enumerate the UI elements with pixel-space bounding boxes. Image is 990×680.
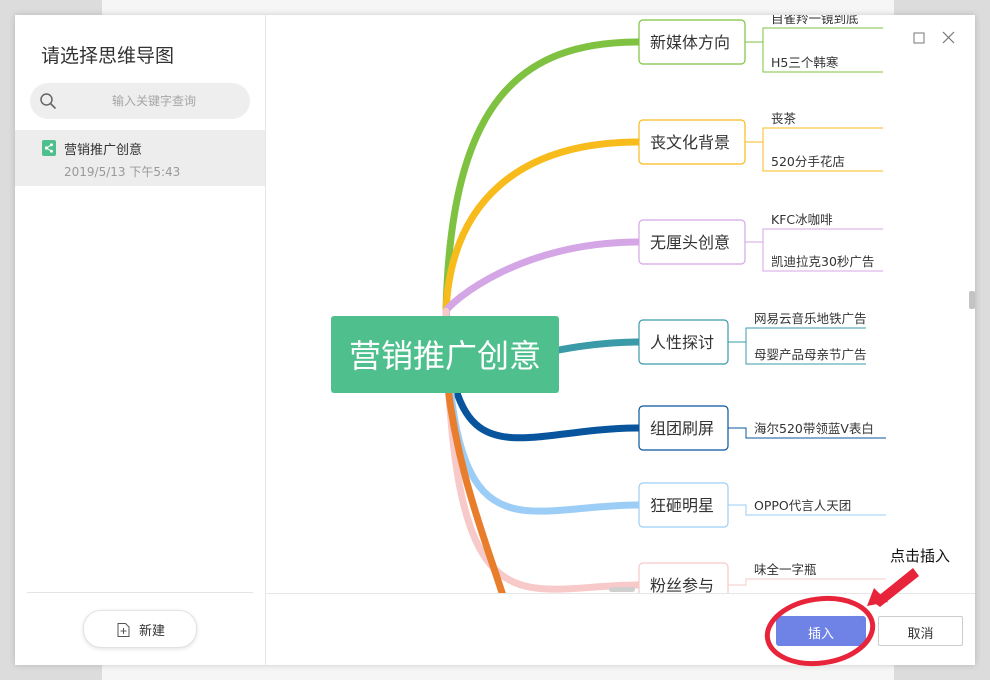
branch-node-label: 粉丝参与 <box>650 576 714 593</box>
horizontal-scroll-handle[interactable] <box>609 587 635 592</box>
leaf-connector <box>745 228 883 243</box>
search-input[interactable] <box>66 83 242 119</box>
branch-connector <box>442 38 643 315</box>
leaf-node-label: 味全一字瓶 <box>754 562 817 577</box>
sidebar: 请选择思维导图 营销推广创意 2019/5/13 下午5:43 新建 <box>15 15 266 665</box>
maximize-icon[interactable] <box>913 29 925 48</box>
vertical-scroll-handle[interactable] <box>969 291 975 309</box>
leaf-node-label: 自雀羚一镜到底 <box>771 15 859 26</box>
leaf-node-label: 凯迪拉克30秒广告 <box>771 254 874 269</box>
leaf-connector <box>728 578 886 586</box>
leaf-node-label: 母婴产品母亲节广告 <box>754 347 867 362</box>
insert-button[interactable]: 插入 <box>776 616 866 646</box>
new-file-icon <box>117 622 130 641</box>
annotation-text: 点击插入 <box>890 547 951 565</box>
close-icon[interactable] <box>942 29 955 48</box>
new-mindmap-label: 新建 <box>139 624 166 639</box>
branch-node-label: 组团刷屏 <box>650 419 714 438</box>
mindmap-preview[interactable]: 营销推广创意 新媒体方向 自雀羚一镜到底 H5三个韩寒丧文化背景 丧茶 520分手花店无厘… <box>266 15 975 593</box>
sidebar-divider <box>27 592 253 593</box>
branch-node-label: 人性探讨 <box>650 333 714 352</box>
branch-node-label: 新媒体方向 <box>650 33 730 52</box>
leaf-node-label: 海尔520带领蓝V表白 <box>754 421 874 436</box>
mindmap-canvas: 营销推广创意 新媒体方向 自雀羚一镜到底 H5三个韩寒丧文化背景 丧茶 520分手花店无厘… <box>331 15 886 593</box>
leaf-node-label: 520分手花店 <box>771 154 845 169</box>
leaf-node-label: 网易云音乐地铁广告 <box>754 311 867 326</box>
dialog-title: 请选择思维导图 <box>41 45 175 67</box>
leaf-connector <box>745 127 883 143</box>
branch-node-label: 狂砸明星 <box>650 496 714 515</box>
root-node-label: 营销推广创意 <box>349 337 541 375</box>
branch-connector <box>442 238 643 315</box>
leaf-connector <box>728 327 866 343</box>
cancel-button[interactable]: 取消 <box>878 616 963 646</box>
new-mindmap-button[interactable]: 新建 <box>83 610 197 648</box>
mindmap-list-item[interactable]: 营销推广创意 2019/5/13 下午5:43 <box>15 130 265 186</box>
select-mindmap-dialog: 请选择思维导图 营销推广创意 2019/5/13 下午5:43 新建 营销推广创… <box>15 15 975 665</box>
leaf-node-label: KFC冰咖啡 <box>771 212 833 227</box>
leaf-node-label: H5三个韩寒 <box>771 55 839 70</box>
search-icon <box>39 92 57 114</box>
branch-node-label: 丧文化背景 <box>650 133 730 152</box>
mindmap-file-icon <box>42 140 56 160</box>
insert-label: 插入 <box>807 627 834 642</box>
search-box[interactable] <box>30 83 250 119</box>
branch-node-label: 无厘头创意 <box>650 233 730 252</box>
mindmap-file-name: 营销推广创意 <box>64 143 143 158</box>
leaf-connector <box>745 27 883 43</box>
mindmap-file-date: 2019/5/13 下午5:43 <box>64 165 181 179</box>
footer-bar <box>266 593 975 666</box>
leaf-node-label: 丧茶 <box>771 111 797 126</box>
cancel-label: 取消 <box>907 627 934 642</box>
leaf-node-label: OPPO代言人天团 <box>754 498 851 513</box>
